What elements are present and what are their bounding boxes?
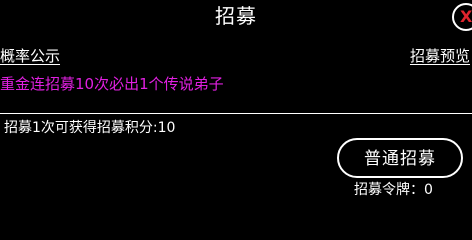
divider bbox=[0, 113, 472, 114]
page-title: 招募 bbox=[215, 4, 257, 28]
token-count: 招募令牌：0 bbox=[354, 180, 433, 200]
close-button[interactable]: X bbox=[452, 3, 472, 31]
probability-link[interactable]: 概率公示 bbox=[0, 46, 60, 66]
recruit-preview-link[interactable]: 招募预览 bbox=[410, 46, 470, 66]
recruit-notice: 重金连招募10次必出1个传说弟子 bbox=[0, 75, 224, 93]
token-value: 0 bbox=[424, 182, 433, 198]
token-label: 招募令牌： bbox=[354, 182, 424, 198]
recruit-points-text: 招募1次可获得招募积分:10 bbox=[4, 120, 176, 136]
normal-recruit-button[interactable]: 普通招募 bbox=[337, 138, 463, 178]
close-icon: X bbox=[460, 7, 472, 26]
